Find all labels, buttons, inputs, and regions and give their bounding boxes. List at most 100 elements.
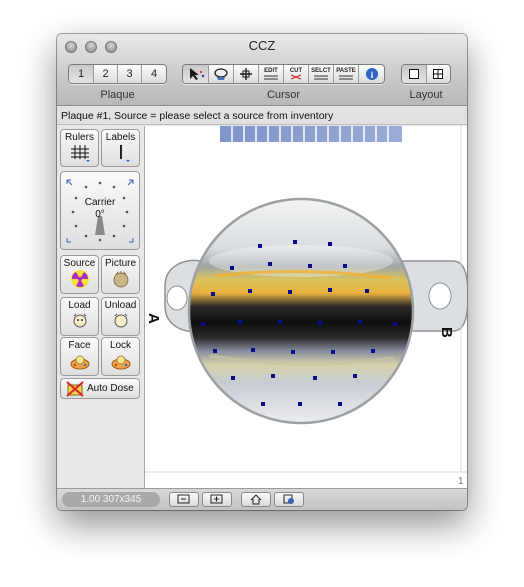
seed-marker[interactable] [201,322,205,326]
radiation-icon [70,270,89,288]
face-label: Face [68,340,91,351]
hand-cursor-button[interactable] [209,65,234,83]
tool-palette: Rulers Labels Carrier 0° Source Picture … [57,126,144,488]
seed-marker[interactable] [371,349,375,353]
face-button[interactable]: Face [60,337,99,376]
plaque-picture-icon [113,271,128,288]
page-number: 1 [458,476,464,487]
unload-button[interactable]: Unload [101,297,140,336]
seed-marker[interactable] [328,242,332,246]
carrier-rotation-dial[interactable]: Carrier 0° [60,171,140,250]
paste-button[interactable]: PASTE [334,65,359,83]
seed-marker[interactable] [328,288,332,292]
seed-marker[interactable] [213,349,217,353]
seed-marker[interactable] [271,374,275,378]
info-icon: i [365,68,378,80]
grid-icon [70,145,90,162]
picture-button[interactable]: Picture [101,255,140,294]
lock-icon [111,355,130,370]
plaque-4-button[interactable]: 4 [142,65,166,83]
select-cursor-button[interactable] [183,65,209,83]
seed-marker[interactable] [248,289,252,293]
seed-marker[interactable] [358,320,362,324]
seed-marker[interactable] [318,321,322,325]
seed-marker[interactable] [338,402,342,406]
unload-label: Unload [104,300,137,311]
layout-selector [401,64,451,84]
seed-marker[interactable] [291,350,295,354]
window-title: CCZ [248,38,276,53]
load-label: Load [68,300,91,311]
seed-marker[interactable] [313,376,317,380]
status-message: Plaque #1, Source = please select a sour… [57,107,467,125]
seed-marker[interactable] [251,348,255,352]
labels-button[interactable]: Labels [101,129,140,167]
seed-marker[interactable] [293,240,297,244]
home-button[interactable] [241,492,271,507]
grid-layout-icon [433,69,444,79]
seed-marker[interactable] [393,322,397,326]
seed-marker[interactable] [238,320,242,324]
seed-marker[interactable] [231,376,235,380]
zoom-readout: 1.00 307x345 [62,492,160,507]
cut-button[interactable]: CUT [284,65,309,83]
seed-marker[interactable] [278,320,282,324]
labels-label: Labels [105,132,136,143]
seed-marker[interactable] [230,266,234,270]
plaque-1-button[interactable]: 1 [69,65,94,83]
seed-marker[interactable] [308,264,312,268]
zoom-in-icon [210,494,223,504]
orientation-label-a: A [145,313,162,324]
app-window: CCZ 1 2 3 4 Plaque EDIT CUT SELCT PASTE … [57,34,467,510]
edit-button[interactable]: EDIT [259,65,284,83]
move-cursor-button[interactable] [234,65,259,83]
plaque-selector: 1 2 3 4 [68,64,167,84]
plaque-view[interactable]: A B 1 [145,126,467,488]
home-icon [250,494,262,505]
seed-marker[interactable] [268,262,272,266]
single-layout-icon [408,69,419,79]
select-cursor-icon [189,68,204,80]
lock-button[interactable]: Lock [101,337,140,376]
grid-layout-button[interactable] [427,65,451,83]
select-button[interactable]: SELCT [309,65,334,83]
plaque-3-button[interactable]: 3 [118,65,142,83]
info-button[interactable]: i [359,65,384,83]
zoom-in-button[interactable] [202,492,232,507]
auto-dose-button[interactable]: Auto Dose [60,378,140,399]
seed-marker[interactable] [298,402,302,406]
seed-marker[interactable] [211,292,215,296]
move-cursor-icon [240,68,252,80]
bottom-toolbar: 1.00 307x345 [57,488,467,510]
rulers-label: Rulers [65,132,94,143]
auto-dose-icon [66,381,84,397]
cursor-tools: EDIT CUT SELCT PASTE i [182,64,385,84]
seed-marker[interactable] [343,264,347,268]
seed-marker[interactable] [353,374,357,378]
cut-icon-mark [290,74,302,80]
plaque-canvas[interactable]: A B 1 [144,126,467,488]
seed-marker[interactable] [261,402,265,406]
seed-marker[interactable] [258,244,262,248]
seed-marker[interactable] [288,290,292,294]
load-plaque-icon [73,313,86,328]
seed-marker[interactable] [365,289,369,293]
hand-cursor-icon [214,68,228,80]
single-layout-button[interactable] [402,65,427,83]
ruler-strip [220,126,402,142]
load-button[interactable]: Load [60,297,99,336]
source-label: Source [63,258,96,269]
zoom-out-icon [177,494,190,504]
seed-marker[interactable] [331,350,335,354]
rulers-button[interactable]: Rulers [60,129,99,167]
label-bar-icon [119,145,130,162]
plaque-2-button[interactable]: 2 [94,65,118,83]
edit-icon-lines [264,75,278,80]
face-icon [70,355,89,370]
paste-icon-lines [339,75,353,80]
fit-view-button[interactable] [274,492,304,507]
zoom-out-button[interactable] [169,492,199,507]
auto-dose-label: Auto Dose [87,383,134,394]
source-button[interactable]: Source [60,255,99,294]
plaque-label: Plaque [100,89,135,101]
